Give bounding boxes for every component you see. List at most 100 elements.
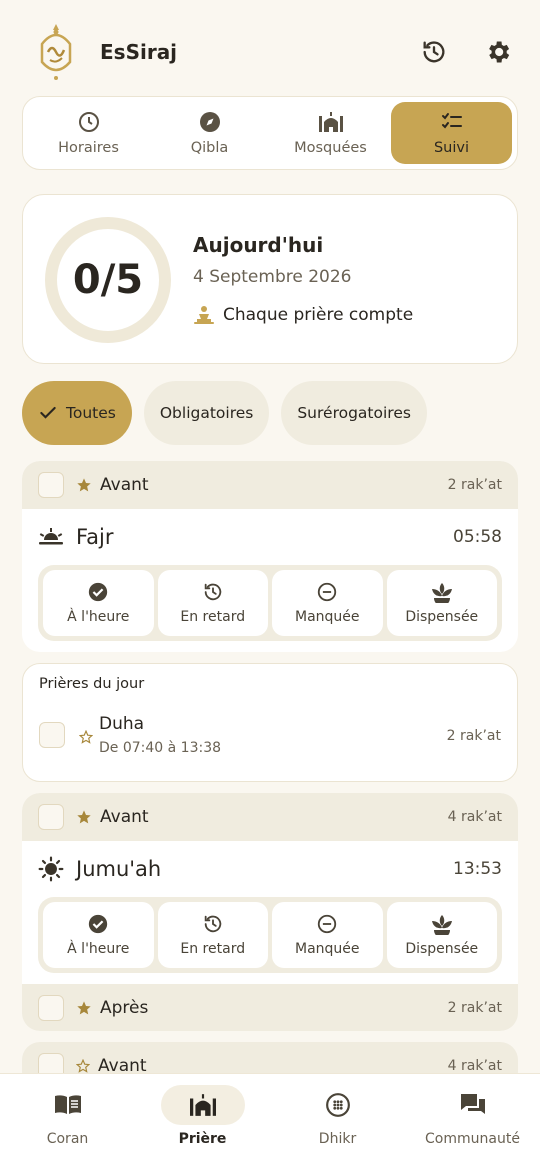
star-filled-icon: [77, 1001, 91, 1015]
section-tabs: Horaires Qibla Mosquées Suivi: [22, 96, 518, 170]
tab-qibla[interactable]: Qibla: [149, 102, 270, 164]
summary-date: 4 Septembre 2026: [193, 267, 352, 287]
prayer-name: Jumu'ah: [76, 857, 162, 881]
status-missed-button[interactable]: Manquée: [272, 902, 383, 968]
mosque-icon: [189, 1094, 216, 1116]
book-icon: [54, 1095, 81, 1114]
nav-label: Prière: [178, 1131, 227, 1147]
prayer-row: Fajr 05:58: [22, 509, 518, 565]
filter-label: Surérogatoires: [297, 404, 411, 422]
nav-label: Coran: [46, 1131, 89, 1147]
duha-name: Duha: [99, 714, 145, 734]
star-filled-icon: [77, 810, 91, 824]
nav-label: Communauté: [425, 1131, 520, 1147]
motto-text: Chaque prière compte: [223, 305, 414, 325]
star-filled-icon: [77, 478, 91, 492]
tab-suivi[interactable]: Suivi: [391, 102, 512, 164]
sunnah-label: Après: [100, 998, 149, 1018]
app-title: EsSiraj: [100, 40, 178, 64]
app-header: EsSiraj: [0, 0, 540, 96]
history-icon: [204, 915, 221, 933]
lotus-icon: [431, 915, 452, 935]
duha-time-range: De 07:40 à 13:38: [99, 740, 222, 756]
status-label: En retard: [180, 941, 246, 957]
dhikr-icon: [325, 1093, 350, 1117]
daily-prayers-title: Prières du jour: [39, 676, 145, 692]
daily-prayers-card: Prières du jour Duha De 07:40 à 13:38 2 …: [22, 663, 518, 782]
sunnah-rakat: 2 rak’at: [447, 477, 502, 493]
mosque-icon: [318, 112, 343, 132]
check-circle-icon: [89, 914, 108, 934]
nav-dhikr[interactable]: Dhikr: [270, 1074, 405, 1158]
status-late-button[interactable]: En retard: [157, 570, 268, 636]
check-circle-icon: [89, 582, 108, 602]
nav-label: Dhikr: [318, 1131, 357, 1147]
gear-icon: [489, 41, 510, 63]
prayer-card-jumuah: Avant 4 rak’at Jumu'ah 13:53 À l'heure E…: [22, 793, 518, 1031]
status-label: À l'heure: [67, 941, 130, 957]
history-icon: [423, 41, 445, 63]
status-exempt-button[interactable]: Dispensée: [386, 902, 497, 968]
prayer-row: Jumu'ah 13:53: [22, 841, 518, 897]
nav-coran[interactable]: Coran: [0, 1074, 135, 1158]
chat-icon: [460, 1094, 485, 1114]
status-exempt-button[interactable]: Dispensée: [386, 570, 497, 636]
sunnah-checkbox[interactable]: [38, 472, 64, 498]
sunnah-label: Avant: [100, 807, 149, 827]
filter-toutes[interactable]: Toutes: [22, 381, 132, 445]
nav-priere[interactable]: Prière: [135, 1074, 270, 1158]
status-label: Dispensée: [405, 941, 479, 957]
sunnah-rakat: 4 rak’at: [447, 809, 502, 825]
filter-chips: Toutes Obligatoires Surérogatoires: [22, 381, 427, 445]
minus-circle-icon: [318, 914, 337, 934]
duha-rakat: 2 rak’at: [446, 728, 501, 744]
status-late-button[interactable]: En retard: [157, 902, 268, 968]
summary-motto: Chaque prière compte: [193, 305, 413, 325]
sunnah-rakat: 2 rak’at: [447, 1000, 502, 1016]
app-logo: [32, 22, 80, 82]
prayer-card-fajr: Avant 2 rak’at Fajr 05:58 À l'heure En r…: [22, 461, 518, 652]
status-on-time-button[interactable]: À l'heure: [43, 902, 154, 968]
nav-communaute[interactable]: Communauté: [405, 1074, 540, 1158]
sunnah-checkbox[interactable]: [38, 995, 64, 1021]
tab-label: Suivi: [433, 140, 470, 156]
status-label: Dispensée: [405, 609, 479, 625]
sun-icon: [38, 856, 64, 882]
progress-count: 0/5: [72, 257, 144, 303]
status-missed-button[interactable]: Manquée: [272, 570, 383, 636]
minus-circle-icon: [318, 582, 337, 602]
settings-button[interactable]: [484, 38, 512, 66]
status-label: En retard: [180, 609, 246, 625]
daily-summary-card: 0/5 Aujourd'hui 4 Septembre 2026 Chaque …: [22, 194, 518, 364]
sunnah-checkbox[interactable]: [38, 804, 64, 830]
filter-obligatoires[interactable]: Obligatoires: [143, 381, 270, 445]
prayer-person-icon: [194, 306, 214, 324]
lotus-icon: [431, 583, 452, 603]
tab-label: Horaires: [58, 140, 119, 156]
duha-checkbox[interactable]: [39, 722, 65, 748]
star-outline-icon: [76, 1059, 90, 1073]
star-outline-icon: [79, 730, 93, 744]
clock-icon: [78, 112, 99, 132]
status-buttons: À l'heure En retard Manquée Dispensée: [38, 565, 502, 641]
filter-label: Toutes: [66, 404, 116, 422]
tab-label: Mosquées: [294, 140, 367, 156]
sunnah-row: Après 2 rak’at: [22, 984, 518, 1031]
progress-ring: 0/5: [45, 217, 171, 343]
status-label: À l'heure: [67, 609, 130, 625]
sunnah-row: Avant 2 rak’at: [22, 461, 518, 509]
tab-mosquees[interactable]: Mosquées: [270, 102, 391, 164]
summary-title: Aujourd'hui: [193, 233, 324, 257]
prayer-time: 05:58: [453, 527, 502, 547]
tab-horaires[interactable]: Horaires: [28, 102, 149, 164]
prayer-name: Fajr: [76, 525, 114, 549]
checklist-icon: [441, 113, 462, 129]
compass-icon: [199, 112, 220, 132]
status-buttons: À l'heure En retard Manquée Dispensée: [38, 897, 502, 973]
filter-surerogatoires[interactable]: Surérogatoires: [281, 381, 427, 445]
sunnah-rakat: 4 rak’at: [447, 1058, 502, 1074]
sunnah-label: Avant: [100, 475, 149, 495]
status-on-time-button[interactable]: À l'heure: [43, 570, 154, 636]
history-button[interactable]: [420, 38, 448, 66]
sunrise-icon: [39, 528, 63, 545]
